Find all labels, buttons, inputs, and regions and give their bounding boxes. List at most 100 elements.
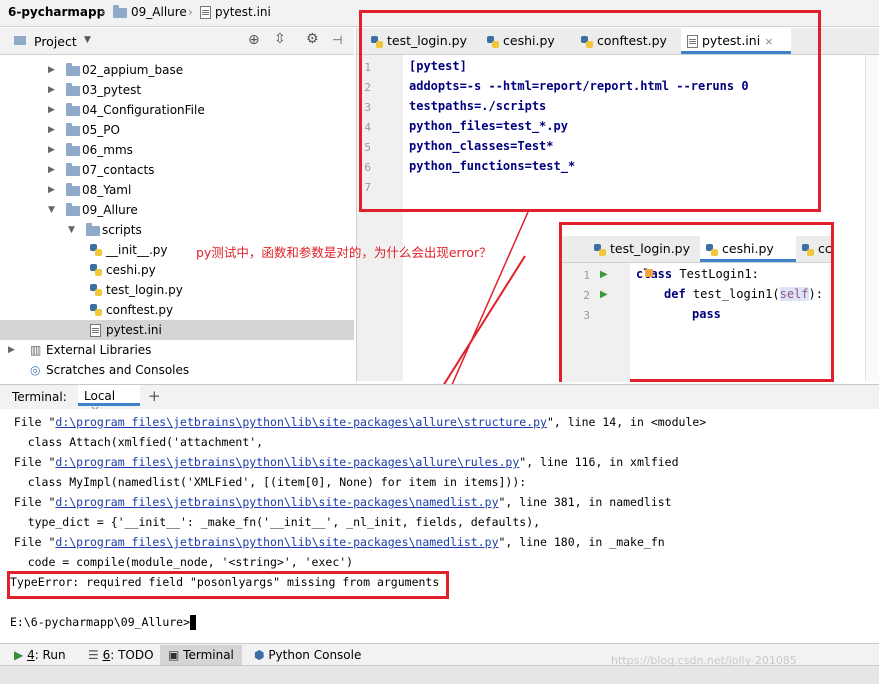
project-panel-title[interactable]: Project (34, 34, 77, 49)
folder-icon (66, 83, 80, 96)
folder-icon (66, 163, 80, 176)
chevron-right-icon[interactable]: ▶ (48, 140, 55, 160)
tree-item[interactable]: ▶ 03_pytest (0, 80, 354, 100)
tree-item[interactable]: ▶ 06_mms (0, 140, 354, 160)
chevron-right-icon[interactable]: ▶ (48, 100, 55, 120)
run-tool-button[interactable]: ▶ 4: Run (14, 647, 66, 664)
terminal-line: code = compile(module_node, '<string>', … (0, 555, 353, 569)
line-number: 3 (583, 309, 590, 322)
inset-tab: test_login.py (588, 236, 700, 262)
collapse-all-icon[interactable]: ⇳ (274, 31, 286, 47)
editor-tab-label: ceshi.py (503, 33, 555, 48)
tree-item-label: External Libraries (46, 343, 152, 357)
run-arrow-icon: ▶ (600, 269, 608, 280)
editor-tab-label: test_login.py (387, 33, 468, 48)
tree-item-label: scripts (102, 223, 142, 237)
scrollbar[interactable] (865, 55, 879, 381)
ini-file-icon (200, 6, 211, 19)
editor-tab-label: pytest.ini (702, 33, 761, 48)
breadcrumb-folder[interactable]: 09_Allure (113, 4, 187, 19)
chevron-down-icon[interactable]: ▼ (48, 200, 55, 220)
breadcrumb-project[interactable]: 6-pycharmapp (8, 5, 105, 19)
code-line[interactable]: python_classes=Test* (409, 139, 554, 153)
code-line[interactable]: python_functions=test_* (409, 159, 575, 173)
python-console-label: Python Console (268, 648, 362, 662)
python-file-icon (90, 284, 102, 296)
python-file-icon (371, 35, 383, 48)
ini-file-icon (687, 35, 698, 48)
editor-tab[interactable]: pytest.ini × (681, 28, 791, 54)
tree-item[interactable]: test_login.py (0, 280, 354, 300)
terminal-text: type_dict = {'__init__': _make_fn('__ini… (0, 515, 541, 529)
chevron-right-icon[interactable]: ▶ (8, 340, 15, 360)
terminal-header: Terminal: Local × + (0, 384, 879, 417)
run-label: : Run (34, 648, 66, 662)
editor-tab-bar: test_login.py ceshi.py conftest.py pytest.i… (357, 28, 879, 55)
code-line: class TestLogin1: (636, 267, 759, 281)
terminal-text: ", line 116, in xmlfied (519, 455, 679, 469)
terminal-tool-button[interactable]: ▣ Terminal (160, 645, 242, 665)
function-name: test_login1( (685, 287, 780, 301)
code-line[interactable]: testpaths=./scripts (409, 99, 546, 113)
tree-item[interactable]: ▶ 02_appium_base (0, 60, 354, 80)
gear-icon[interactable]: ⚙ (306, 31, 319, 47)
chevron-right-icon[interactable]: ▶ (48, 80, 55, 100)
tree-item[interactable]: ▶ 07_contacts (0, 160, 354, 180)
file-link[interactable]: d:\program files\jetbrains\python\lib\si… (55, 495, 498, 509)
tree-item-label: 08_Yaml (82, 183, 132, 197)
chevron-right-icon[interactable]: ▶ (48, 60, 55, 80)
tree-item[interactable]: ▼ scripts (0, 220, 354, 240)
tree-item[interactable]: ▼ 09_Allure (0, 200, 354, 220)
breadcrumb-file[interactable]: pytest.ini (200, 5, 271, 19)
code-line[interactable]: addopts=-s --html=report/report.html --r… (409, 79, 749, 93)
terminal-cursor (190, 615, 197, 630)
editor-tab[interactable]: ceshi.py (481, 28, 579, 54)
tree-item-label: 07_contacts (82, 163, 155, 177)
editor-tab[interactable]: test_login.py (365, 28, 485, 54)
code-line[interactable]: [pytest] (409, 59, 467, 73)
library-icon: ▥ (30, 343, 42, 357)
todo-tool-button[interactable]: ☰ 6: TODO (88, 647, 154, 664)
tree-item[interactable]: ceshi.py (0, 260, 354, 280)
breadcrumb-folder-label: 09_Allure (131, 5, 187, 19)
code-line: def test_login1(self): (664, 287, 823, 301)
terminal-tab-local[interactable]: Local × (78, 385, 140, 417)
chevron-down-icon[interactable]: ▼ (84, 35, 91, 45)
python-file-icon (90, 244, 102, 256)
add-terminal-icon[interactable]: + (148, 387, 161, 405)
python-console-button[interactable]: ⬢ Python Console (254, 647, 361, 664)
line-number: 1 (364, 61, 371, 74)
chevron-right-icon[interactable]: ▶ (48, 120, 55, 140)
tree-item[interactable]: ▶ 04_ConfigurationFile (0, 100, 354, 120)
hide-panel-icon[interactable]: ⊣ (332, 33, 342, 47)
python-file-icon (581, 35, 593, 48)
chevron-down-icon[interactable]: ▼ (68, 220, 75, 240)
file-link[interactable]: d:\program files\jetbrains\python\lib\si… (55, 415, 547, 429)
error-highlight-box (7, 571, 449, 599)
folder-icon (66, 103, 80, 116)
terminal-line: File "d:\program files\jetbrains\python\… (0, 535, 665, 549)
editor-tab-label: conftest.py (597, 33, 667, 48)
chevron-right-icon[interactable]: ▶ (48, 160, 55, 180)
tree-item[interactable]: ▶ 08_Yaml (0, 180, 354, 200)
line-number: 2 (583, 289, 590, 302)
file-link[interactable]: d:\program files\jetbrains\python\lib\si… (55, 535, 498, 549)
line-number: 1 (583, 269, 590, 282)
locate-icon[interactable]: ⊕ (248, 32, 260, 48)
folder-icon (86, 223, 100, 236)
tree-item[interactable]: ▶ ▥ External Libraries (0, 340, 354, 360)
python-file-icon (802, 243, 814, 256)
code-line[interactable]: python_files=test_*.py (409, 119, 568, 133)
python-file-icon (594, 243, 606, 256)
chevron-right-icon[interactable]: ▶ (48, 180, 55, 200)
tree-item[interactable]: pytest.ini (0, 320, 354, 340)
tree-item[interactable]: ◎ Scratches and Consoles (0, 360, 354, 380)
terminal-output[interactable]: File "d:\program files\jetbrains\python\… (0, 409, 879, 641)
tree-item[interactable]: ▶ 05_PO (0, 120, 354, 140)
ini-file-icon (90, 324, 101, 337)
editor-tab[interactable]: conftest.py (575, 28, 685, 54)
tree-item[interactable]: conftest.py (0, 300, 354, 320)
file-link[interactable]: d:\program files\jetbrains\python\lib\si… (55, 455, 519, 469)
terminal-line: File "d:\program files\jetbrains\python\… (0, 455, 679, 469)
close-icon[interactable]: × (764, 35, 773, 48)
